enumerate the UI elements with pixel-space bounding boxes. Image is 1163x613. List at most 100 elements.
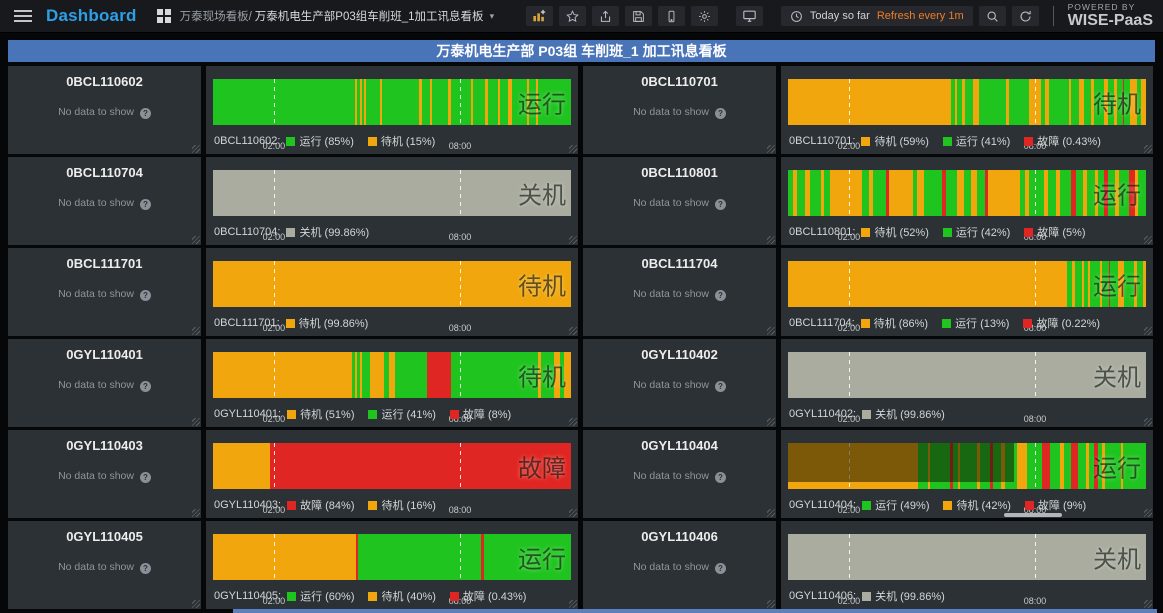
help-icon[interactable]: ?	[140, 381, 151, 392]
machine-label-panel[interactable]: 0GYL110406No data to show ?	[583, 521, 776, 609]
panel-resize-handle[interactable]	[767, 600, 775, 608]
status-timeline-bar[interactable]: 关机	[788, 534, 1146, 580]
timeline-panel[interactable]: 关机02:0008:000GYL110406:关机 (99.86%)	[781, 521, 1153, 609]
add-panel-icon[interactable]	[526, 6, 553, 26]
status-timeline-bar[interactable]: 运行	[213, 534, 571, 580]
timeline-segment-fault	[1042, 443, 1051, 489]
panel-resize-handle[interactable]	[569, 236, 577, 244]
help-icon[interactable]: ?	[715, 290, 726, 301]
status-timeline-bar[interactable]: 关机	[788, 352, 1146, 398]
panel-resize-handle[interactable]	[192, 509, 200, 517]
machine-id: 0BCL110801	[583, 157, 776, 180]
app-logo[interactable]: Dashboard	[46, 6, 137, 26]
panel-resize-handle[interactable]	[192, 145, 200, 153]
status-timeline-bar[interactable]: 运行	[213, 79, 571, 125]
timeline-panel[interactable]: 待机02:0008:000GYL110401:待机 (51%)运行 (41%)故…	[206, 339, 578, 427]
time-range-picker[interactable]: Today so far Refresh every 1m	[781, 6, 973, 26]
help-icon[interactable]: ?	[715, 199, 726, 210]
breadcrumb-root[interactable]: 万泰现场看板/	[180, 8, 252, 24]
panel-resize-handle[interactable]	[569, 418, 577, 426]
mobile-icon[interactable]	[658, 6, 685, 26]
menu-icon[interactable]	[14, 10, 32, 22]
refresh-icon[interactable]	[1012, 6, 1039, 26]
machine-label-panel[interactable]: 0GYL110402No data to show ?	[583, 339, 776, 427]
help-icon[interactable]: ?	[140, 108, 151, 119]
machine-label-panel[interactable]: 0BCL111701No data to show ?	[8, 248, 201, 336]
timeline-panel[interactable]: 关机02:0008:000GYL110402:关机 (99.86%)	[781, 339, 1153, 427]
timeline-panel[interactable]: 运行02:0008:000GYL110404:运行 (49%)待机 (42%)故…	[781, 430, 1153, 518]
panel-resize-handle[interactable]	[192, 327, 200, 335]
help-icon[interactable]: ?	[140, 563, 151, 574]
time-gridline	[1035, 170, 1036, 216]
machine-label-panel[interactable]: 0BCL110704No data to show ?	[8, 157, 201, 245]
settings-icon[interactable]	[691, 6, 718, 26]
panel-resize-handle[interactable]	[192, 418, 200, 426]
status-timeline-bar[interactable]: 待机	[213, 352, 571, 398]
machine-label-panel[interactable]: 0GYL110403No data to show ?	[8, 430, 201, 518]
help-icon[interactable]: ?	[140, 199, 151, 210]
status-timeline-bar[interactable]: 待机	[213, 261, 571, 307]
help-icon[interactable]: ?	[715, 472, 726, 483]
machine-grid: 0BCL110602No data to show ?运行02:0008:000…	[0, 66, 1163, 609]
panel-resize-handle[interactable]	[767, 509, 775, 517]
panel-resize-handle[interactable]	[767, 145, 775, 153]
panel-resize-handle[interactable]	[767, 327, 775, 335]
machine-label-panel[interactable]: 0BCL110801 No data to show ?	[583, 157, 776, 245]
help-icon[interactable]: ?	[715, 108, 726, 119]
machine-label-panel[interactable]: 0BCL110701No data to show ?	[583, 66, 776, 154]
panel-resize-handle[interactable]	[767, 418, 775, 426]
save-icon[interactable]	[625, 6, 652, 26]
no-data-text: No data to show ?	[583, 197, 776, 210]
panel-resize-handle[interactable]	[1144, 600, 1152, 608]
timeline-panel[interactable]: 运行02:0008:000GYL110405:运行 (60%)待机 (40%)故…	[206, 521, 578, 609]
panel-resize-handle[interactable]	[192, 600, 200, 608]
panel-resize-handle[interactable]	[192, 236, 200, 244]
legend-item: 待机 (86%)	[861, 315, 928, 331]
breadcrumb-current[interactable]: 万泰机电生产部P03组车削班_1加工讯息看板	[255, 8, 484, 24]
status-timeline-bar[interactable]: 关机	[213, 170, 571, 216]
panel-resize-handle[interactable]	[569, 327, 577, 335]
timeline-panel[interactable]: 运行02:0008:000BCL111704:待机 (86%)运行 (13%)故…	[781, 248, 1153, 336]
help-icon[interactable]: ?	[140, 290, 151, 301]
timeline-panel[interactable]: 待机02:0008:000BCL110701:待机 (59%)运行 (41%)故…	[781, 66, 1153, 154]
panel-resize-handle[interactable]	[569, 600, 577, 608]
timeline-segment-run	[1084, 79, 1091, 125]
timeline-panel[interactable]: 运行02:0008:000BCL110602:运行 (85%)待机 (15%)	[206, 66, 578, 154]
machine-label-panel[interactable]: 0GYL110401No data to show ?	[8, 339, 201, 427]
status-timeline-bar[interactable]: 运行	[788, 443, 1146, 489]
chevron-down-icon[interactable]: ▾	[490, 11, 495, 22]
monitor-icon[interactable]	[736, 6, 763, 26]
search-icon[interactable]	[979, 6, 1006, 26]
timeline-segment-run	[1071, 79, 1078, 125]
dashboards-grid-icon[interactable]	[157, 9, 171, 23]
time-gridline	[274, 170, 275, 216]
panel-horizontal-scrollbar[interactable]	[1004, 513, 1062, 517]
timeline-panel[interactable]: 待机02:0008:000BCL111701:待机 (99.86%)	[206, 248, 578, 336]
help-icon[interactable]: ?	[715, 381, 726, 392]
status-timeline-bar[interactable]: 运行	[788, 261, 1146, 307]
timeline-bar-wrap: 待机02:0008:00	[788, 79, 1146, 125]
timeline-panel[interactable]: 关机02:0008:000BCL110704:关机 (99.86%)	[206, 157, 578, 245]
machine-label-panel[interactable]: 0BCL110602No data to show ?	[8, 66, 201, 154]
legend-item: 故障 (5%)	[1024, 224, 1085, 240]
machine-label-panel[interactable]: 0GYL110405No data to show ?	[8, 521, 201, 609]
status-timeline-bar[interactable]: 待机	[788, 79, 1146, 125]
help-icon[interactable]: ?	[715, 563, 726, 574]
panel-resize-handle[interactable]	[1144, 418, 1152, 426]
help-icon[interactable]: ?	[140, 472, 151, 483]
panel-resize-handle[interactable]	[1144, 236, 1152, 244]
panel-resize-handle[interactable]	[1144, 145, 1152, 153]
panel-resize-handle[interactable]	[569, 509, 577, 517]
timeline-panel[interactable]: 运行02:0008:000BCL110801:待机 (52%)运行 (42%)故…	[781, 157, 1153, 245]
panel-resize-handle[interactable]	[569, 145, 577, 153]
panel-resize-handle[interactable]	[1144, 327, 1152, 335]
share-icon[interactable]	[592, 6, 619, 26]
panel-resize-handle[interactable]	[767, 236, 775, 244]
status-timeline-bar[interactable]: 运行	[788, 170, 1146, 216]
star-icon[interactable]	[559, 6, 586, 26]
panel-resize-handle[interactable]	[1144, 509, 1152, 517]
machine-label-panel[interactable]: 0BCL111704No data to show ?	[583, 248, 776, 336]
machine-label-panel[interactable]: 0GYL110404No data to show ?	[583, 430, 776, 518]
timeline-panel[interactable]: 故障02:0008:000GYL110403:故障 (84%)待机 (16%)	[206, 430, 578, 518]
status-timeline-bar[interactable]: 故障	[213, 443, 571, 489]
